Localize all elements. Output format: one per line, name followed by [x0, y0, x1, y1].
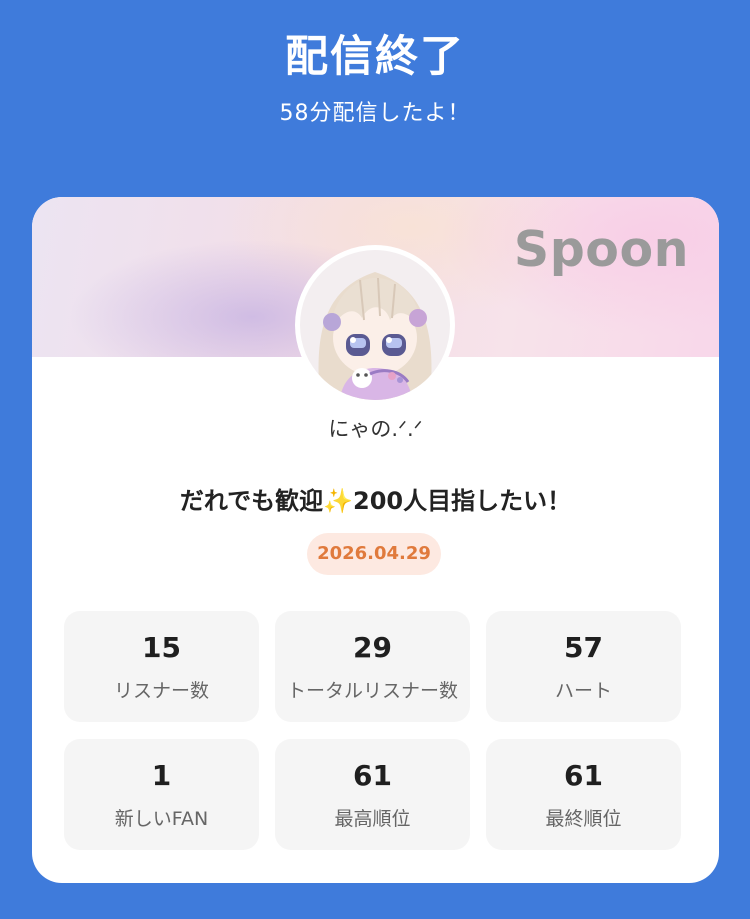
stat-value: 61 [564, 759, 603, 792]
stat-total-listeners: 29 トータルリスナー数 [275, 611, 470, 722]
stat-label: ハート [554, 680, 612, 702]
page-title: 配信終了 [285, 32, 465, 82]
stat-value: 29 [353, 631, 392, 664]
stat-label: リスナー数 [113, 680, 209, 702]
stat-value: 1 [151, 759, 172, 792]
stat-final-rank: 61 最終順位 [486, 739, 681, 850]
stat-value: 15 [142, 631, 181, 664]
stat-hearts: 57 ハート [486, 611, 681, 722]
date-badge: 2026.04.29 [307, 533, 441, 575]
stat-new-fans: 1 新しいFAN [64, 739, 259, 850]
stat-highest-rank: 61 最高順位 [275, 739, 470, 850]
stream-ended-screen: 配信終了 58分配信したよ！ Spoon にゃの.ᐟ.ᐟ だれでも歓迎✨200人… [0, 0, 750, 919]
avatar [295, 245, 455, 405]
avatar-illustration-icon [300, 250, 450, 400]
stat-value: 57 [564, 631, 603, 664]
stat-label: 新しいFAN [114, 808, 209, 830]
stat-label: 最終順位 [545, 808, 622, 830]
stat-label: トータルリスナー数 [286, 680, 458, 702]
brand-logo: Spoon [513, 221, 689, 278]
stat-label: 最高順位 [334, 808, 411, 830]
stat-value: 61 [353, 759, 392, 792]
stream-duration-text: 58分配信したよ！ [279, 101, 471, 126]
stream-title: だれでも歓迎✨200人目指したい！ [179, 487, 572, 515]
stat-listeners: 15 リスナー数 [64, 611, 259, 722]
stream-summary-card: Spoon にゃの.ᐟ.ᐟ だれでも歓迎✨200人目指したい！ 2026.04.… [32, 197, 719, 883]
username: にゃの.ᐟ.ᐟ [328, 417, 423, 441]
stats-grid: 15 リスナー数 29 トータルリスナー数 57 ハート 1 新しいFAN 61… [64, 611, 681, 850]
